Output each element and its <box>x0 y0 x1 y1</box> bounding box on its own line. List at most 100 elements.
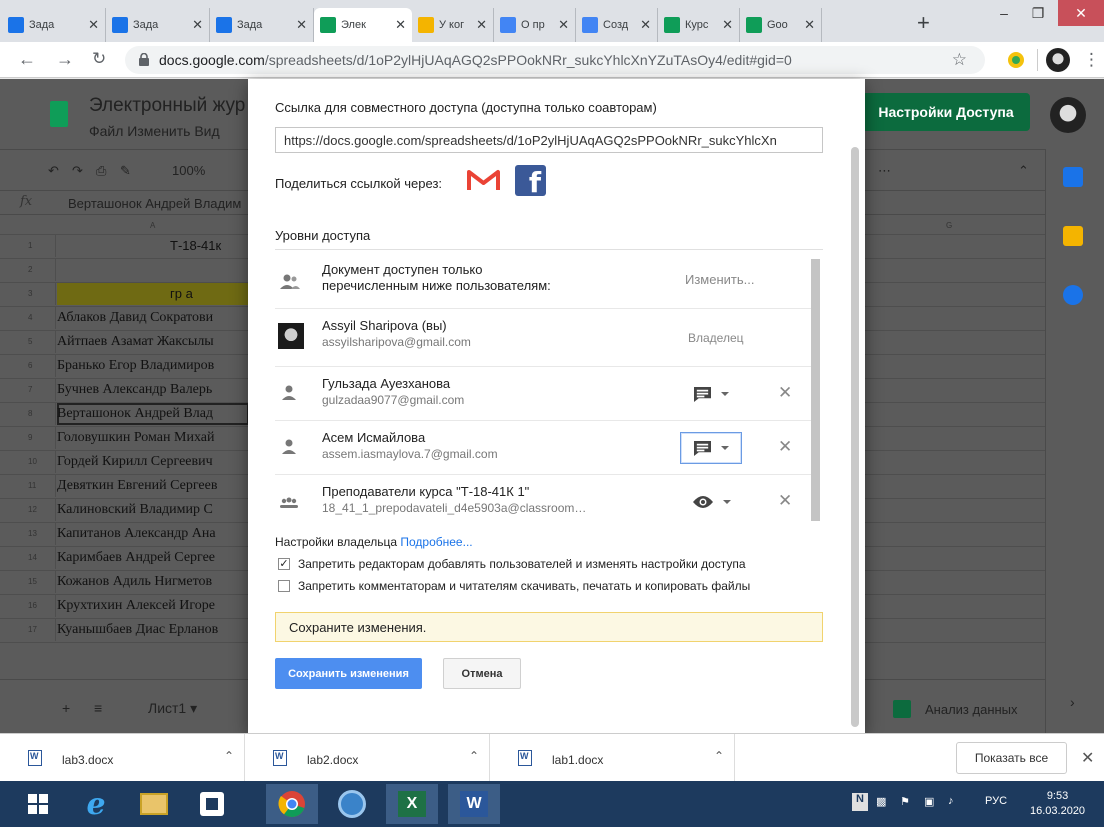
sheets-menu[interactable]: Файл Изменить Вид <box>89 123 220 139</box>
row-number[interactable]: 1 <box>0 235 56 257</box>
maximize-button[interactable]: ❐ <box>1020 0 1056 26</box>
word-taskbar-button[interactable]: W <box>448 784 500 824</box>
row-number[interactable]: 3 <box>0 283 56 305</box>
cell-a[interactable]: Капитанов Александр Ана <box>57 526 216 542</box>
cell-a[interactable]: Каримбаев Андрей Сергее <box>57 550 215 566</box>
tab-close-icon[interactable]: ✕ <box>640 17 651 33</box>
url-input[interactable]: docs.google.com/spreadsheets/d/1oP2ylHjU… <box>125 46 985 74</box>
browser-tab[interactable]: О пр ✕ <box>494 8 576 42</box>
explore-button[interactable]: Анализ данных <box>893 694 1041 724</box>
download-item[interactable]: lab3.docx ⌃ <box>0 734 245 782</box>
close-window-button[interactable]: ✕ <box>1058 0 1104 26</box>
download-item[interactable]: lab2.docx ⌃ <box>245 734 490 782</box>
tray-n-icon[interactable]: N <box>852 793 868 811</box>
cell-a[interactable]: Т-18-41к <box>170 238 221 253</box>
tab-close-icon[interactable]: ✕ <box>558 17 569 33</box>
tab-close-icon[interactable]: ✕ <box>395 17 406 33</box>
dialog-scrollbar[interactable] <box>851 147 859 727</box>
browser-tab[interactable]: Зада ✕ <box>106 8 210 42</box>
cell-a[interactable]: Калиновский Владимир С <box>57 502 213 518</box>
keep-icon[interactable] <box>1063 226 1083 246</box>
browser-tab[interactable]: Созд ✕ <box>576 8 658 42</box>
start-button[interactable] <box>12 784 64 824</box>
back-icon[interactable]: ← <box>18 50 36 68</box>
row-number[interactable]: 11 <box>0 475 56 497</box>
tab-close-icon[interactable]: ✕ <box>804 17 815 33</box>
tab-close-icon[interactable]: ✕ <box>296 17 307 33</box>
extension-icon[interactable] <box>1007 51 1025 69</box>
row-number[interactable]: 7 <box>0 379 56 401</box>
bookmark-star-icon[interactable]: ☆ <box>952 50 967 70</box>
chevron-up-icon[interactable]: ⌃ <box>714 749 724 763</box>
tray-network-icon[interactable]: ▩ <box>876 795 886 808</box>
store-taskbar-button[interactable] <box>186 784 238 824</box>
row-number[interactable]: 2 <box>0 259 56 281</box>
system-clock[interactable]: 9:53 16.03.2020 <box>1030 789 1085 819</box>
cell-a[interactable]: Айтпаев Азамат Жаксылы <box>57 334 214 350</box>
browser-tab[interactable]: Элек ✕ <box>314 8 412 42</box>
explorer-taskbar-button[interactable] <box>128 784 180 824</box>
cell-a[interactable]: Бранько Егор Владимиров <box>57 358 214 374</box>
access-list-scrollbar[interactable] <box>811 259 820 521</box>
account-avatar[interactable] <box>1050 97 1086 133</box>
tab-close-icon[interactable]: ✕ <box>476 17 487 33</box>
download-item[interactable]: lab1.docx ⌃ <box>490 734 735 782</box>
row-number[interactable]: 16 <box>0 595 56 617</box>
permission-dropdown[interactable] <box>680 486 742 518</box>
chevron-up-icon[interactable]: ⌃ <box>469 749 479 763</box>
chevron-up-icon[interactable]: ⌃ <box>224 749 234 763</box>
undo-icon[interactable]: ↶ <box>48 163 59 179</box>
cell-a[interactable]: гр а <box>170 286 193 301</box>
cell-a[interactable]: Аблаков Давид Сократови <box>57 310 213 326</box>
row-number[interactable]: 9 <box>0 427 56 449</box>
row-number[interactable]: 14 <box>0 547 56 569</box>
remove-user-icon[interactable]: ✕ <box>778 437 792 457</box>
app-taskbar-button[interactable] <box>326 784 378 824</box>
cell-a[interactable]: Головушкин Роман Михай <box>57 430 214 446</box>
sheet-tab[interactable]: Лист1 ▾ <box>148 700 197 717</box>
cell-a[interactable]: Гордей Кирилл Сергеевич <box>57 454 213 470</box>
profile-avatar[interactable] <box>1046 48 1070 72</box>
tray-monitor-icon[interactable]: ▣ <box>924 795 934 808</box>
document-title[interactable]: Электронный жур <box>89 95 245 117</box>
print-icon[interactable]: ⎙ <box>96 163 106 179</box>
tab-close-icon[interactable]: ✕ <box>88 17 99 33</box>
browser-tab[interactable]: Goo ✕ <box>740 8 822 42</box>
save-changes-button[interactable]: Сохранить изменения <box>275 658 422 689</box>
forward-icon[interactable]: → <box>56 50 74 68</box>
row-number[interactable]: 6 <box>0 355 56 377</box>
browser-tab[interactable]: У ког ✕ <box>412 8 494 42</box>
tray-flag-icon[interactable]: ⚑ <box>900 795 910 808</box>
learn-more-link[interactable]: Подробнее... <box>400 535 472 549</box>
volume-icon[interactable]: ♪ <box>948 795 954 807</box>
more-icon[interactable]: ⋯ <box>878 163 891 179</box>
ie-taskbar-button[interactable]: e <box>70 784 122 824</box>
row-number[interactable]: 13 <box>0 523 56 545</box>
all-sheets-icon[interactable]: ≡ <box>94 700 102 716</box>
permission-dropdown[interactable] <box>680 432 742 464</box>
permission-dropdown[interactable] <box>680 378 742 410</box>
zoom-select[interactable]: 100% <box>172 163 205 178</box>
browser-tab[interactable]: Зада ✕ <box>2 8 106 42</box>
share-link-input[interactable]: https://docs.google.com/spreadsheets/d/1… <box>275 127 823 153</box>
option2-checkbox[interactable] <box>278 580 290 592</box>
change-access-link[interactable]: Изменить... <box>685 272 754 287</box>
cancel-button[interactable]: Отмена <box>443 658 521 689</box>
collapse-toolbar-icon[interactable]: ⌃ <box>1018 163 1029 179</box>
cell-a[interactable]: Бучнев Александр Валерь <box>57 382 212 398</box>
browser-tab[interactable]: Зада ✕ <box>210 8 314 42</box>
facebook-icon[interactable]: f <box>515 165 546 196</box>
cell-a[interactable]: Кожанов Адиль Нигметов <box>57 574 212 590</box>
input-language[interactable]: РУС <box>985 795 1007 807</box>
row-number[interactable]: 4 <box>0 307 56 329</box>
browser-menu-icon[interactable]: ⋮ <box>1083 50 1100 70</box>
remove-user-icon[interactable]: ✕ <box>778 491 792 511</box>
redo-icon[interactable]: ↷ <box>72 163 83 179</box>
minimize-button[interactable]: – <box>986 0 1022 26</box>
cell-a[interactable]: Крухтихин Алексей Игоре <box>57 598 215 614</box>
gmail-icon[interactable] <box>467 168 500 192</box>
tasks-icon[interactable] <box>1063 285 1083 305</box>
formula-input[interactable]: Верташонок Андрей Владим <box>68 196 241 211</box>
column-header-g[interactable]: G <box>946 221 952 230</box>
row-number[interactable]: 15 <box>0 571 56 593</box>
